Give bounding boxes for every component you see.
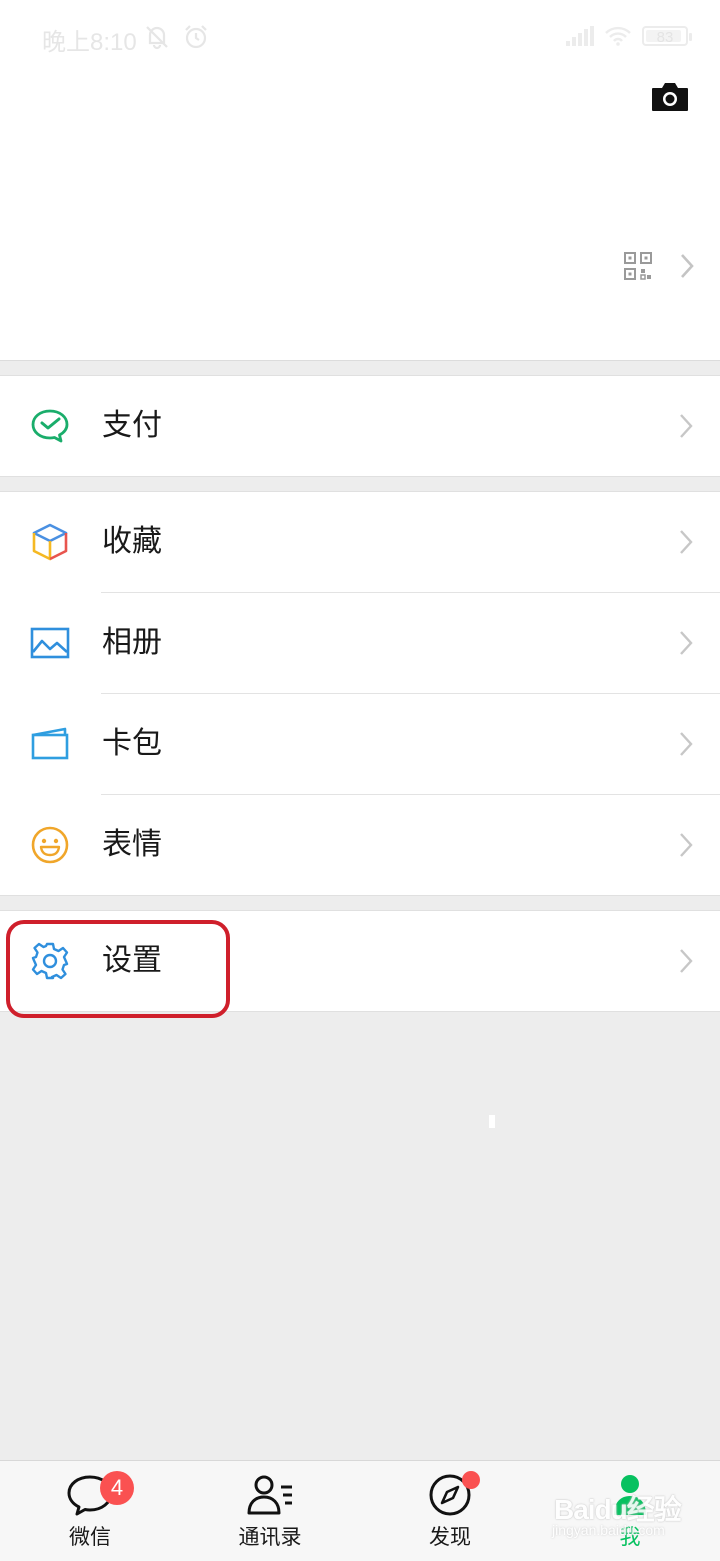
qr-code-icon	[624, 252, 652, 280]
battery-level: 83	[656, 29, 674, 46]
profile-chevron[interactable]	[678, 252, 696, 280]
status-bar: 晚上8:10 83	[0, 0, 720, 76]
new-content-dot	[462, 1471, 480, 1489]
menu-item-pay[interactable]: 支付	[0, 376, 720, 476]
qr-code-button[interactable]	[624, 252, 652, 280]
tab-label: 发现	[429, 1525, 471, 1549]
gear-icon	[28, 941, 72, 981]
unread-badge: 4	[100, 1471, 134, 1505]
person-icon	[614, 1475, 646, 1515]
chevron-right-icon	[680, 833, 693, 857]
chevron-right-icon	[680, 631, 693, 655]
menu-item-album[interactable]: 相册	[30, 592, 720, 693]
tab-contacts[interactable]: 通讯录	[180, 1461, 360, 1561]
smiley-icon	[28, 825, 72, 865]
chevron-right-icon	[680, 732, 693, 756]
menu-group-main: 收藏 相册 卡包 表情	[0, 491, 720, 896]
tab-me[interactable]: 我	[540, 1461, 720, 1561]
status-time: 晚上8:10	[42, 29, 137, 56]
alarm-icon	[185, 25, 207, 49]
chevron-right-icon	[680, 414, 693, 438]
wechat-pay-icon	[28, 406, 72, 446]
menu-item-stickers[interactable]: 表情	[31, 794, 720, 895]
wifi-icon	[605, 26, 631, 46]
battery-indicator: 83	[642, 26, 692, 46]
tab-chats[interactable]: 4 微信	[0, 1461, 180, 1561]
camera-button[interactable]	[650, 80, 690, 114]
status-icons-left	[144, 24, 209, 54]
tab-label: 微信	[69, 1525, 111, 1549]
menu-item-cards[interactable]: 卡包	[31, 693, 720, 794]
chevron-right-icon	[680, 530, 693, 554]
decorative-mark	[489, 1115, 495, 1128]
bottom-tab-bar: 4 微信 通讯录 发现 我	[0, 1460, 720, 1561]
card-wallet-icon	[28, 724, 72, 764]
tab-discover[interactable]: 发现	[360, 1461, 540, 1561]
contacts-icon	[247, 1475, 292, 1515]
tab-label: 我	[619, 1525, 641, 1549]
tab-label: 通讯录	[238, 1525, 302, 1549]
signal-icon	[566, 26, 594, 46]
chevron-right-icon	[681, 254, 694, 278]
menu-group-settings: 设置	[0, 910, 720, 1012]
menu-item-label: 支付	[102, 408, 162, 443]
menu-item-label: 收藏	[102, 524, 162, 559]
menu-item-settings[interactable]: 设置	[0, 911, 720, 1011]
picture-icon	[28, 623, 72, 663]
menu-item-favorites[interactable]: 收藏	[0, 492, 720, 592]
menu-item-label: 相册	[102, 625, 162, 660]
status-icons-right: 83	[566, 26, 692, 46]
camera-icon	[652, 83, 688, 111]
bell-muted-icon	[146, 26, 168, 50]
menu-group-pay: 支付	[0, 375, 720, 477]
menu-item-label: 卡包	[102, 726, 162, 761]
chevron-right-icon	[680, 949, 693, 973]
cube-icon	[28, 522, 72, 562]
profile-header	[0, 76, 720, 361]
menu-item-label: 设置	[102, 943, 162, 978]
menu-item-label: 表情	[102, 827, 162, 862]
